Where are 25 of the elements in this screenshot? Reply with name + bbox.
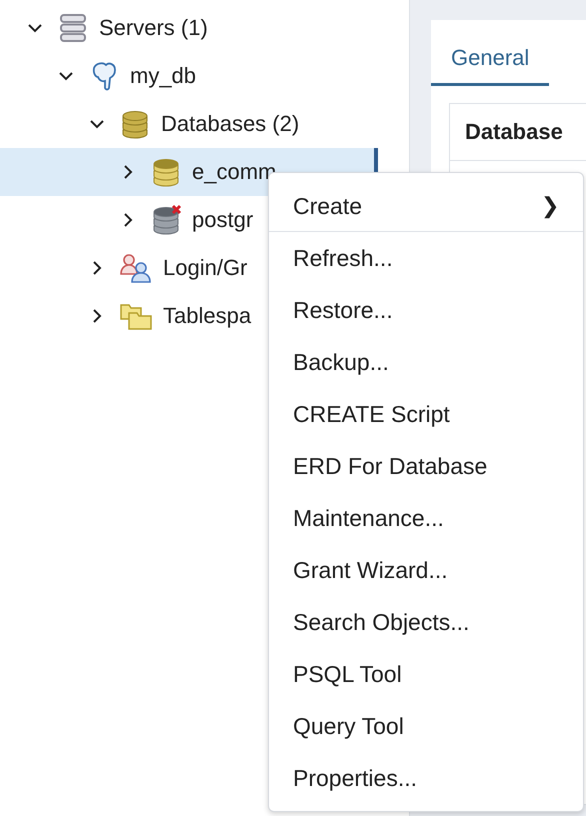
menu-item[interactable]: CREATE Script — [269, 388, 583, 440]
tree-item[interactable]: Servers (1) — [0, 4, 409, 52]
tree-item-label: Tablespa — [163, 303, 252, 329]
tree-item-label: my_db — [130, 63, 196, 89]
menu-item[interactable]: ERD For Database — [269, 440, 583, 492]
menu-item[interactable]: Grant Wizard... — [269, 544, 583, 596]
users-icon — [119, 252, 153, 284]
menu-item[interactable]: Restore... — [269, 284, 583, 336]
menu-item[interactable]: Search Objects... — [269, 596, 583, 648]
card-title: Database — [465, 119, 563, 145]
menu-item[interactable]: PSQL Tool — [269, 648, 583, 700]
menu-item[interactable]: Refresh... — [269, 232, 583, 284]
menu-item[interactable]: Query Tool — [269, 700, 583, 752]
server-stack-icon — [57, 12, 89, 44]
menu-item[interactable]: Create ❯ — [269, 181, 583, 231]
tree-item-label: postgr — [192, 207, 254, 233]
menu-item[interactable]: Backup... — [269, 336, 583, 388]
tree-item[interactable]: Databases (2) — [0, 100, 409, 148]
menu-item[interactable]: Properties... — [269, 752, 583, 804]
submenu-arrow-icon: ❯ — [541, 193, 559, 219]
tree-item-label: Login/Gr — [163, 255, 248, 281]
menu-item[interactable]: Maintenance... — [269, 492, 583, 544]
tree-item[interactable]: my_db — [0, 52, 409, 100]
tree-item-label: Servers (1) — [99, 15, 208, 41]
tree-item-label: Databases (2) — [161, 111, 300, 137]
